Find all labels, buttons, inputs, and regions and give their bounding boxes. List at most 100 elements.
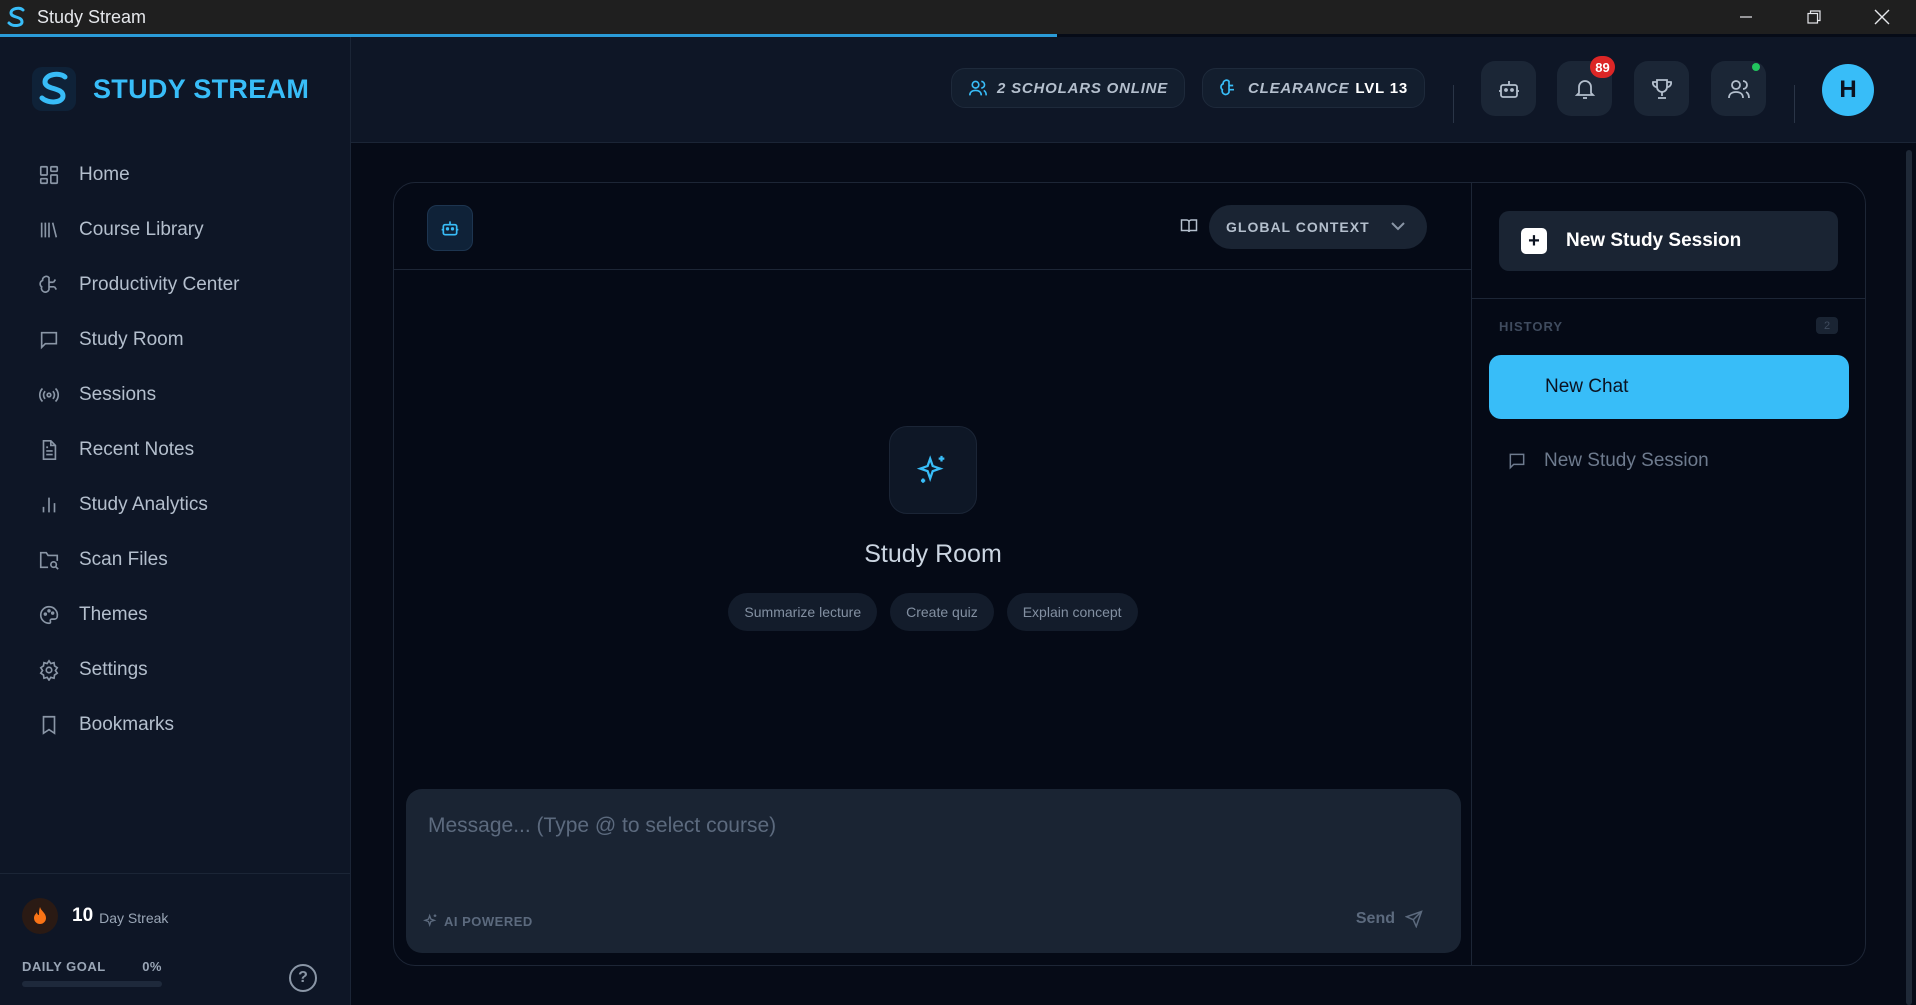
flame-icon bbox=[22, 898, 58, 934]
sidebar: STUDY STREAM Home Course Library Product… bbox=[0, 37, 351, 1005]
sidebar-item-settings[interactable]: Settings bbox=[0, 642, 351, 697]
clearance-level-pill[interactable]: CLEARANCE LVL 13 bbox=[1202, 68, 1425, 108]
clearance-level: LVL 13 bbox=[1355, 79, 1408, 97]
sidebar-item-study-room[interactable]: Study Room bbox=[0, 312, 351, 367]
sidebar-item-label: Bookmarks bbox=[79, 713, 175, 735]
scholars-online-pill[interactable]: 2 SCHOLARS ONLINE bbox=[951, 68, 1186, 108]
history-divider bbox=[1472, 298, 1865, 299]
minimize-button[interactable] bbox=[1712, 0, 1780, 34]
daily-goal: DAILY GOAL 0% bbox=[22, 959, 162, 974]
main-scrollbar[interactable] bbox=[1906, 150, 1912, 1005]
ai-powered-label: AI POWERED bbox=[423, 913, 533, 929]
daily-goal-label: DAILY GOAL bbox=[22, 959, 106, 974]
sidebar-item-label: Recent Notes bbox=[79, 438, 195, 460]
suggestion-chip[interactable]: Explain concept bbox=[1006, 593, 1138, 631]
sidebar-item-sessions[interactable]: Sessions bbox=[0, 367, 351, 422]
sidebar-item-scan-files[interactable]: Scan Files bbox=[0, 532, 351, 587]
avatar-initial: H bbox=[1839, 76, 1857, 103]
gear-icon bbox=[39, 658, 59, 681]
ai-powered-text: AI POWERED bbox=[444, 913, 533, 929]
sidebar-footer: 10 Day Streak DAILY GOAL 0% ? bbox=[0, 873, 351, 1005]
chat-bubble-icon bbox=[40, 331, 58, 349]
brand[interactable]: STUDY STREAM bbox=[32, 67, 309, 111]
help-button[interactable]: ? bbox=[289, 964, 317, 992]
sidebar-item-themes[interactable]: Themes bbox=[0, 587, 351, 642]
trophy-icon bbox=[1651, 78, 1672, 99]
sidebar-item-course-library[interactable]: Course Library bbox=[0, 202, 351, 257]
friends-button[interactable] bbox=[1711, 61, 1766, 116]
app-logo-icon bbox=[7, 6, 25, 27]
broadcast-icon bbox=[38, 387, 60, 402]
context-select-value: GLOBAL CONTEXT bbox=[1226, 219, 1370, 235]
brand-name: STUDY STREAM bbox=[93, 73, 310, 104]
sidebar-item-bookmarks[interactable]: Bookmarks bbox=[0, 697, 351, 752]
brain-icon bbox=[39, 275, 58, 293]
window-titlebar: Study Stream bbox=[0, 0, 1916, 34]
day-streak: 10 Day Streak bbox=[22, 898, 168, 934]
history-heading: HISTORY bbox=[1499, 319, 1564, 334]
suggestion-chip[interactable]: Create quiz bbox=[890, 593, 994, 631]
chat-toolbar: GLOBAL CONTEXT bbox=[394, 183, 1472, 270]
ai-bot-button[interactable] bbox=[427, 205, 473, 251]
robot-icon bbox=[441, 221, 459, 236]
header-divider bbox=[1453, 85, 1454, 123]
clearance-label: CLEARANCE bbox=[1248, 79, 1350, 97]
sparkles-icon bbox=[889, 426, 977, 514]
close-icon bbox=[1874, 9, 1890, 25]
folder-search-icon bbox=[39, 551, 59, 570]
send-icon bbox=[1405, 910, 1423, 928]
history-item-active[interactable]: New Chat bbox=[1489, 355, 1849, 419]
bell-icon bbox=[1574, 79, 1595, 99]
chat-panel: GLOBAL CONTEXT Study Room Summarize lect… bbox=[394, 183, 1472, 965]
plus-icon: + bbox=[1521, 228, 1547, 254]
send-label: Send bbox=[1355, 910, 1395, 927]
sidebar-item-study-analytics[interactable]: Study Analytics bbox=[0, 477, 351, 532]
chat-bubble-icon bbox=[1509, 453, 1525, 470]
empty-state-title: Study Room bbox=[864, 540, 1002, 568]
palette-icon bbox=[40, 605, 59, 624]
new-study-session-label: New Study Session bbox=[1566, 230, 1742, 251]
user-avatar[interactable]: H bbox=[1822, 64, 1874, 116]
scholars-online-text: 2 SCHOLARS ONLINE bbox=[997, 79, 1169, 97]
achievements-button[interactable] bbox=[1634, 61, 1689, 116]
sidebar-item-label: Themes bbox=[79, 603, 148, 625]
document-icon bbox=[42, 439, 57, 460]
study-stream-logo-icon bbox=[32, 67, 76, 111]
streak-label: Day Streak bbox=[99, 909, 169, 926]
top-header: 2 SCHOLARS ONLINE CLEARANCE LVL 13 89 H bbox=[351, 37, 1916, 143]
send-button[interactable]: Send bbox=[1356, 910, 1423, 928]
history-panel: + New Study Session HISTORY 2 New Chat N… bbox=[1472, 183, 1865, 965]
study-room-card: GLOBAL CONTEXT Study Room Summarize lect… bbox=[393, 182, 1866, 966]
ai-assistant-button[interactable] bbox=[1481, 61, 1536, 116]
robot-icon bbox=[1498, 80, 1519, 98]
minimize-icon bbox=[1740, 16, 1752, 18]
restore-icon bbox=[1807, 10, 1821, 24]
sparkles-icon bbox=[423, 913, 437, 928]
help-icon: ? bbox=[298, 969, 308, 986]
sidebar-item-recent-notes[interactable]: Recent Notes bbox=[0, 422, 351, 477]
notifications-button[interactable]: 89 bbox=[1557, 56, 1615, 116]
chevron-down-icon bbox=[1391, 222, 1405, 231]
sidebar-item-label: Settings bbox=[79, 658, 148, 680]
history-item-label: New Study Session bbox=[1544, 450, 1709, 471]
close-window-button[interactable] bbox=[1848, 0, 1916, 34]
sidebar-item-label: Scan Files bbox=[79, 548, 168, 570]
sidebar-item-label: Study Room bbox=[79, 328, 184, 350]
message-input[interactable] bbox=[428, 811, 1428, 841]
new-study-session-button[interactable]: + New Study Session bbox=[1499, 211, 1838, 271]
sidebar-nav: Home Course Library Productivity Center … bbox=[0, 147, 351, 752]
sidebar-item-label: Course Library bbox=[79, 218, 204, 240]
online-status-dot bbox=[1752, 63, 1760, 71]
context-select[interactable]: GLOBAL CONTEXT bbox=[1209, 205, 1427, 249]
window-title: Study Stream bbox=[37, 6, 147, 27]
history-item[interactable]: New Study Session bbox=[1489, 429, 1849, 493]
book-icon bbox=[1180, 219, 1198, 233]
sidebar-item-productivity-center[interactable]: Productivity Center bbox=[0, 257, 351, 312]
restore-button[interactable] bbox=[1780, 0, 1848, 34]
sidebar-item-label: Sessions bbox=[79, 383, 157, 405]
sidebar-item-label: Home bbox=[79, 163, 130, 185]
window-controls bbox=[1712, 0, 1916, 34]
suggestion-chips: Summarize lecture Create quiz Explain co… bbox=[394, 593, 1472, 631]
sidebar-item-home[interactable]: Home bbox=[0, 147, 351, 202]
suggestion-chip[interactable]: Summarize lecture bbox=[728, 593, 878, 631]
